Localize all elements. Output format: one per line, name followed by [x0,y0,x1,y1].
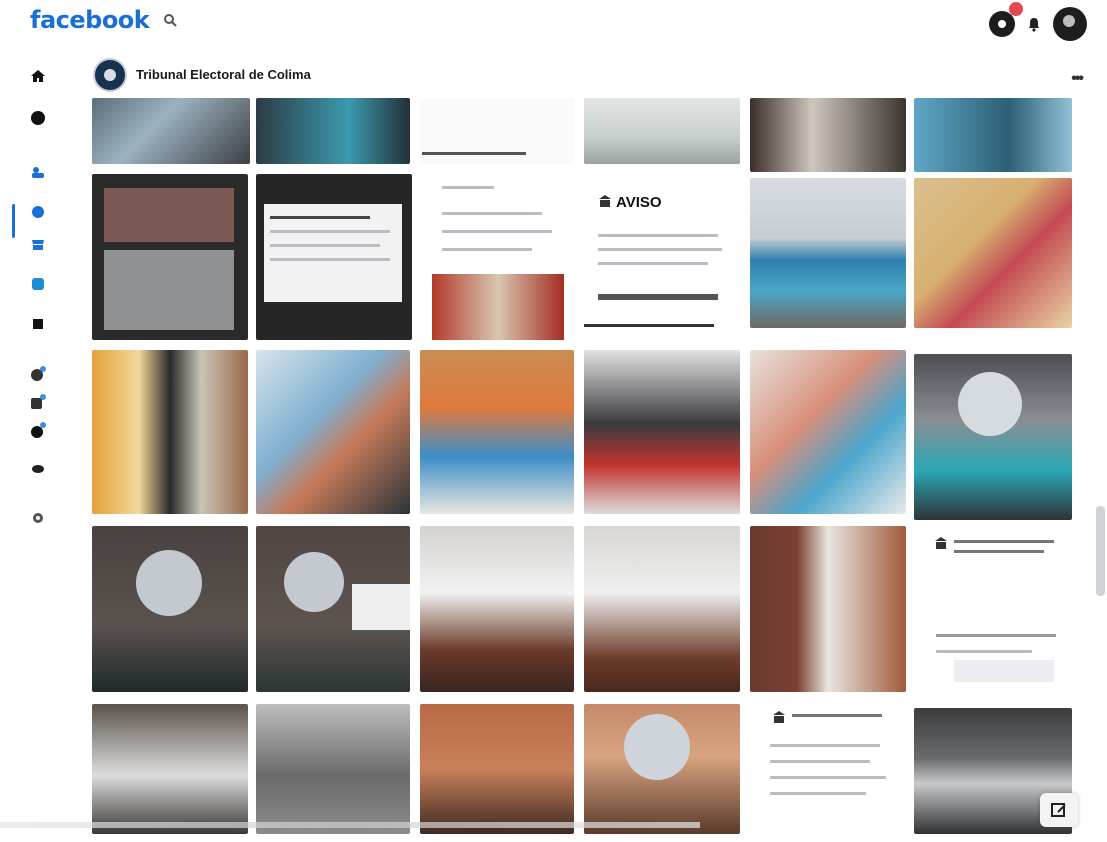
photo-tile[interactable] [914,178,1072,328]
building-icon [935,537,947,549]
account-avatar[interactable] [1053,7,1087,41]
messenger-icon [998,20,1006,28]
facebook-logo[interactable]: facebook [30,6,150,34]
gaming-icon[interactable] [30,204,46,220]
marketplace-icon[interactable] [30,236,46,252]
photo-tile[interactable] [750,98,906,172]
scrollbar[interactable] [1096,506,1105,596]
photo-tile[interactable] [420,350,574,514]
settings-icon[interactable] [30,510,46,526]
photo-tile[interactable] [584,526,740,692]
page-title[interactable]: Tribunal Electoral de Colima [136,67,311,82]
shortcut-2-icon[interactable] [30,394,46,410]
search-icon[interactable] [163,13,177,27]
groups-icon[interactable] [30,164,46,180]
photo-tile[interactable] [750,178,906,328]
photo-tile[interactable] [914,354,1072,520]
photo-tile[interactable] [420,704,574,834]
page-header: Tribunal Electoral de Colima ••• [88,56,1088,96]
aviso-tile[interactable]: AVISO [584,174,740,340]
shortcut-3-icon[interactable] [30,422,46,438]
photo-tile[interactable] [256,350,410,514]
photo-tile[interactable] [750,350,906,514]
notifications-icon[interactable] [1025,15,1043,33]
photo-tile[interactable] [92,526,248,692]
watch-icon[interactable] [30,110,46,126]
bottom-strip [0,822,700,828]
more-options-button[interactable]: ••• [1071,70,1084,88]
active-indicator [12,204,15,238]
photo-tile[interactable] [914,526,1072,692]
photo-tile[interactable] [420,174,574,340]
photo-tile[interactable] [256,98,410,164]
photo-tile[interactable] [584,98,740,164]
pages-icon[interactable] [30,276,46,292]
top-bar: facebook [0,0,1107,48]
home-icon[interactable] [30,68,46,84]
photo-tile[interactable] [420,526,574,692]
photo-tile[interactable] [584,350,740,514]
photo-tile[interactable] [256,704,410,834]
photo-tile[interactable] [750,704,906,834]
photo-tile[interactable] [256,174,412,340]
page-avatar[interactable] [93,58,127,92]
photo-tile[interactable] [914,98,1072,172]
new-message-button[interactable] [1040,793,1078,827]
photo-tile[interactable] [750,526,906,692]
shortcut-4-icon[interactable] [30,460,46,476]
notification-badge [1009,2,1023,16]
compose-icon [1051,803,1066,817]
left-sidebar [0,48,64,838]
shortcut-1-icon[interactable] [30,366,46,382]
aviso-title: AVISO [616,194,662,211]
photo-tile[interactable] [256,526,410,692]
photo-tile[interactable] [92,174,248,340]
building-icon [599,195,611,207]
menu-square-icon[interactable] [30,316,46,332]
photo-tile[interactable] [92,704,248,834]
photo-grid: AVISO [88,98,1076,834]
photo-tile[interactable] [584,704,740,834]
photo-tile[interactable] [92,98,250,164]
photo-tile[interactable] [92,350,248,514]
photo-tile[interactable] [420,98,574,164]
building-icon [773,711,785,723]
messenger-button[interactable] [989,2,1023,37]
top-right-actions [989,2,1087,42]
